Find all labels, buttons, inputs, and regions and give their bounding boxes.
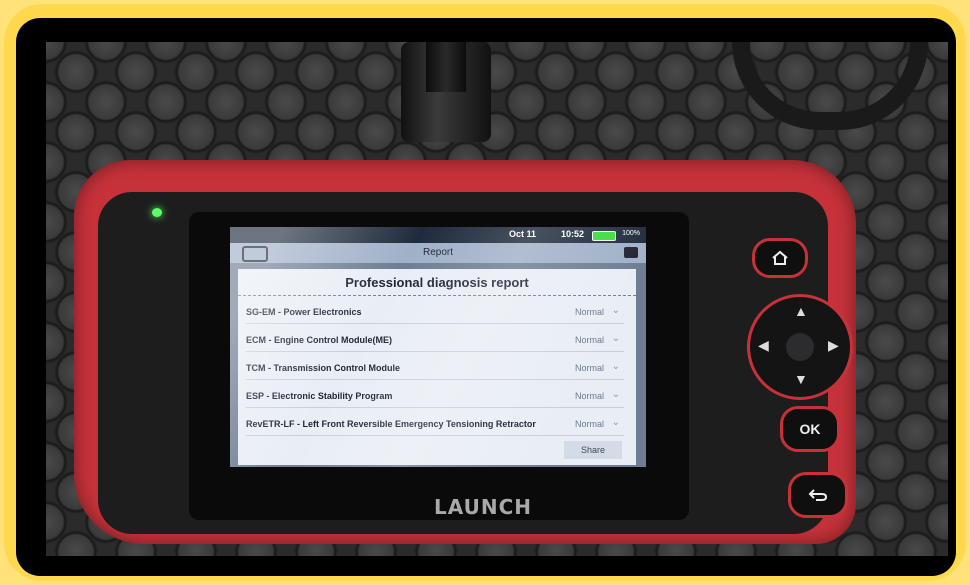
brand-logo: LAUNCH: [434, 495, 533, 519]
arrow-right-icon[interactable]: ▶: [828, 337, 839, 354]
report-row[interactable]: RevETR-LF - Left Front Reversible Emerge…: [246, 411, 624, 436]
chevron-down-icon: ⌄: [611, 417, 620, 428]
title-bar: Report: [230, 243, 646, 263]
chevron-down-icon: ⌄: [611, 389, 620, 400]
ok-button[interactable]: OK: [780, 406, 840, 452]
share-button[interactable]: Share: [564, 441, 622, 459]
photo-frame: Oct 11 10:52 100% Report Professional di…: [16, 18, 956, 576]
arrow-down-icon[interactable]: ▼: [794, 371, 808, 387]
status-time: 10:52: [560, 229, 584, 239]
report-row[interactable]: ESP - Electronic Stability Program Norma…: [246, 383, 624, 408]
return-icon: [808, 489, 828, 501]
camera-icon[interactable]: [624, 247, 638, 258]
module-name: ECM - Engine Control Module(ME): [246, 335, 392, 345]
photo: Oct 11 10:52 100% Report Professional di…: [46, 42, 948, 556]
module-status: Normal: [574, 391, 604, 401]
module-status: Normal: [574, 335, 604, 345]
status-date: Oct 11: [508, 229, 536, 239]
home-button[interactable]: [752, 238, 808, 278]
chevron-down-icon: ⌄: [611, 361, 620, 372]
report-panel: Professional diagnosis report SG-EM - Po…: [238, 269, 636, 465]
direction-pad[interactable]: ▲ ▼ ◀ ▶: [747, 294, 853, 400]
chevron-down-icon: ⌄: [611, 333, 620, 344]
battery-icon: [592, 231, 616, 241]
arrow-left-icon[interactable]: ◀: [758, 337, 769, 354]
chevron-down-icon: ⌄: [611, 305, 620, 316]
status-bar: Oct 11 10:52 100%: [230, 227, 646, 243]
heading-divider: [238, 295, 636, 296]
module-name: ESP - Electronic Stability Program: [246, 391, 393, 401]
report-row[interactable]: SG-EM - Power Electronics Normal ⌄: [246, 299, 624, 324]
device-screen: Oct 11 10:52 100% Report Professional di…: [230, 227, 646, 467]
module-name: SG-EM - Power Electronics: [246, 307, 362, 317]
module-status: Normal: [574, 307, 604, 317]
home-icon: [772, 250, 788, 265]
report-heading: Professional diagnosis report: [345, 275, 529, 290]
arrow-up-icon[interactable]: ▲: [794, 303, 808, 319]
report-row[interactable]: ECM - Engine Control Module(ME) Normal ⌄: [246, 327, 624, 352]
module-name: RevETR-LF - Left Front Reversible Emerge…: [246, 419, 536, 429]
power-led: [152, 208, 162, 217]
obd-cable-connector: [426, 42, 466, 92]
return-button[interactable]: [788, 472, 848, 518]
page-title: Report: [422, 247, 453, 258]
module-name: TCM - Transmission Control Module: [246, 363, 401, 373]
dpad-center: [786, 333, 814, 361]
report-row[interactable]: TCM - Transmission Control Module Normal…: [246, 355, 624, 380]
battery-percent: 100%: [622, 230, 640, 237]
background-cable: [732, 42, 928, 130]
module-status: Normal: [574, 363, 604, 373]
module-status: Normal: [574, 419, 604, 429]
